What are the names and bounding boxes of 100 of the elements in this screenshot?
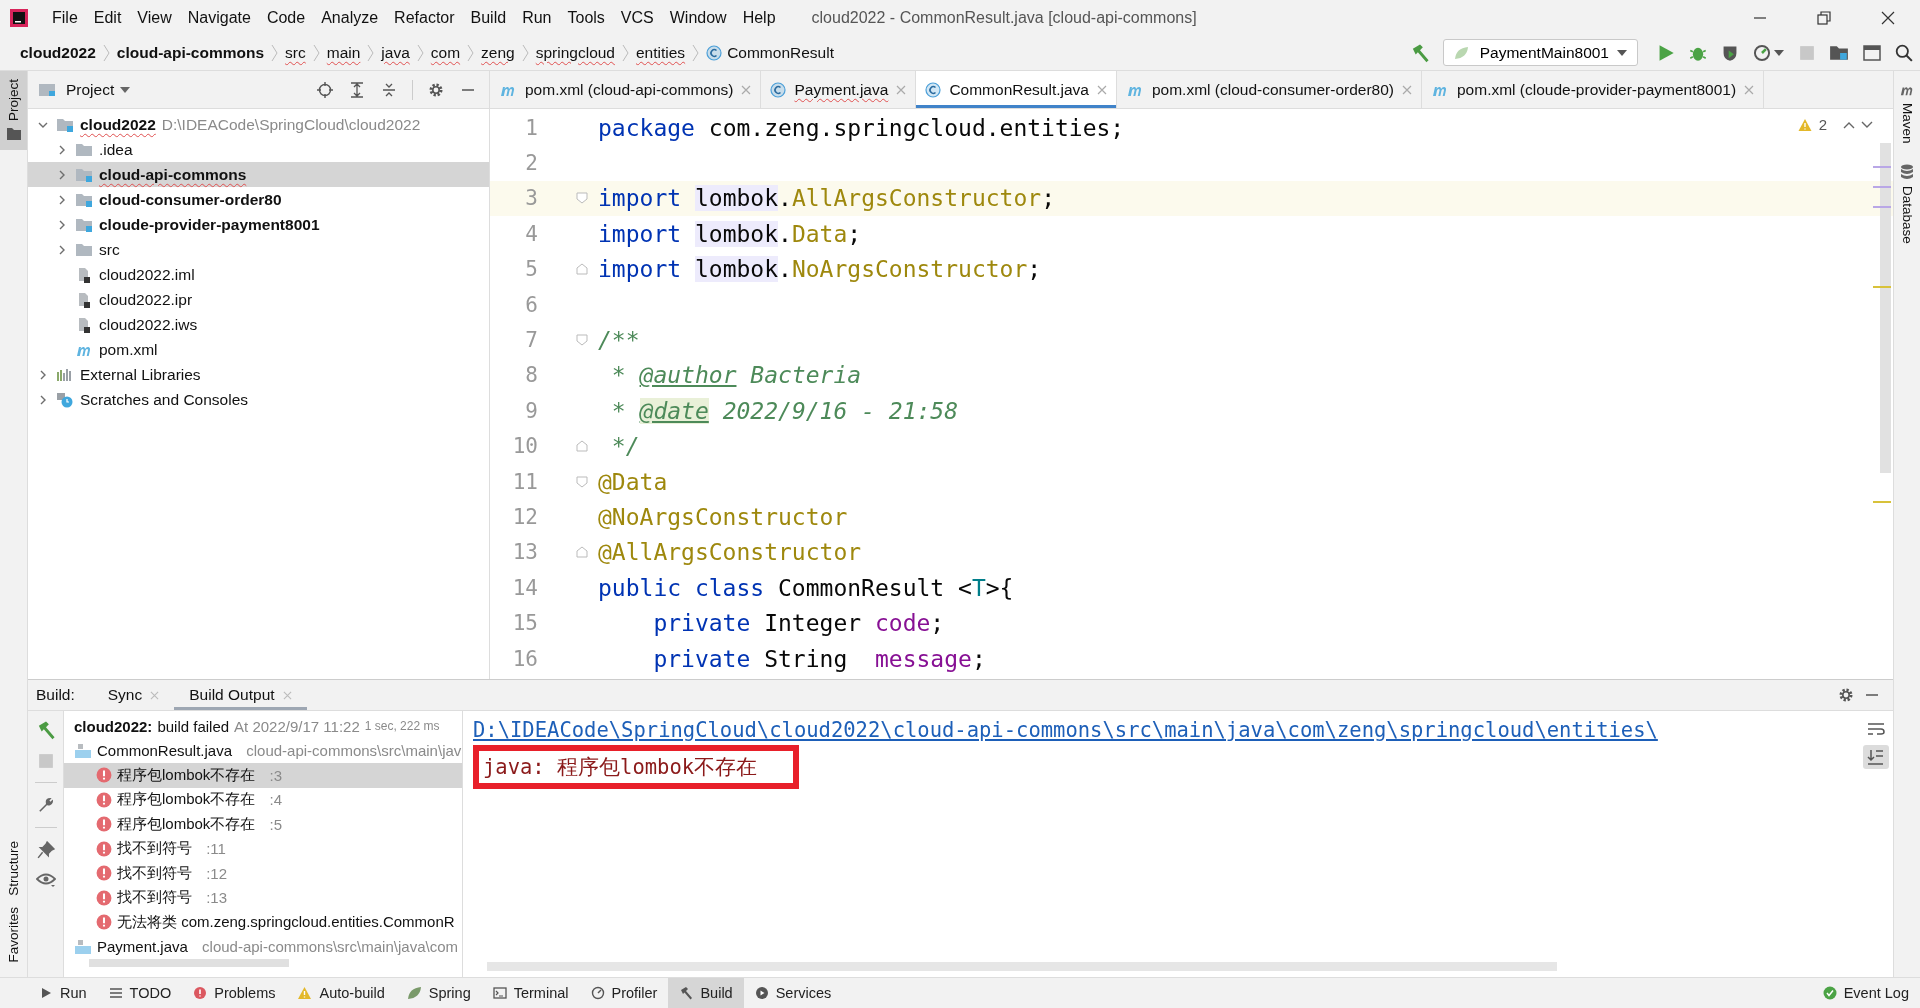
tool-window-button[interactable]: Problems: [182, 978, 287, 1008]
chevron-right-icon[interactable]: [57, 244, 67, 255]
scroll-to-end-icon[interactable]: [1863, 745, 1889, 769]
tree-item[interactable]: 程序包lombok不存在 :3: [64, 763, 462, 788]
tree-item[interactable]: cloud2022.iws: [28, 312, 489, 337]
tool-window-button[interactable]: Run: [28, 978, 98, 1008]
expand-all-icon[interactable]: [349, 81, 365, 98]
chevron-right-icon[interactable]: [38, 369, 48, 380]
tool-window-button[interactable]: Profiler: [579, 978, 669, 1008]
breadcrumb[interactable]: com: [424, 43, 467, 62]
menu-item[interactable]: Window: [661, 8, 735, 27]
menu-item[interactable]: Refactor: [386, 8, 463, 27]
tool-window-button[interactable]: Spring: [395, 978, 482, 1008]
menu-item[interactable]: View: [129, 8, 180, 27]
caret-icon[interactable]: [1774, 48, 1784, 57]
eye-icon[interactable]: [35, 872, 56, 888]
menu-item[interactable]: Analyze: [313, 8, 387, 27]
tree-item[interactable]: cloud2022.iml: [28, 262, 489, 287]
tree-item[interactable]: 找不到符号 :12: [64, 861, 462, 886]
chevron-right-icon[interactable]: [38, 394, 48, 405]
tree-item[interactable]: pom.xml: [28, 337, 489, 362]
settings-icon[interactable]: [1838, 687, 1854, 703]
tree-item[interactable]: 程序包lombok不存在 :4: [64, 787, 462, 813]
tool-window-button[interactable]: TODO: [97, 978, 183, 1008]
tool-tab[interactable]: Build Output: [174, 680, 307, 710]
chevron-right-icon[interactable]: [57, 144, 67, 155]
tree-item[interactable]: cloud-api-commons: [28, 162, 489, 187]
tree-item[interactable]: cloud-consumer-order80: [28, 187, 489, 212]
chevron-right-icon[interactable]: [57, 219, 67, 230]
folder-grid-icon[interactable]: [1829, 43, 1849, 62]
menu-item[interactable]: File: [44, 8, 86, 27]
chevron-down-icon[interactable]: [1861, 119, 1873, 130]
soft-wrap-icon[interactable]: [1867, 721, 1885, 737]
tool-window-button[interactable]: Auto-build: [286, 978, 396, 1008]
tool-window-tab[interactable]: Database: [1899, 185, 1915, 244]
tool-window-tab[interactable]: Structure: [6, 834, 21, 902]
scrollbar[interactable]: [487, 962, 1557, 971]
panel-title[interactable]: Project: [66, 80, 115, 99]
search-icon[interactable]: [1895, 43, 1913, 62]
breadcrumb[interactable]: springcloud: [529, 43, 621, 62]
editor-tab[interactable]: pom.xml (cloude-provider-payment8001): [1422, 71, 1765, 108]
chevron-right-icon[interactable]: [57, 194, 67, 205]
tree-item[interactable]: Payment.java cloud-api-commons\src\main\java\com: [64, 934, 462, 960]
fold-marker-icon[interactable]: [576, 440, 588, 453]
menu-item[interactable]: Run: [514, 8, 560, 27]
tool-tab[interactable]: Sync: [92, 680, 175, 710]
chevron-right-icon[interactable]: [57, 169, 67, 180]
run-icon[interactable]: [1657, 43, 1675, 62]
menu-item[interactable]: Edit: [85, 8, 130, 27]
fold-marker-icon[interactable]: [576, 192, 588, 205]
fold-marker-icon[interactable]: [576, 475, 588, 488]
tool-window-tab[interactable]: Favorites: [6, 901, 21, 969]
caret-icon[interactable]: [120, 85, 131, 94]
gauge-icon[interactable]: [1753, 43, 1771, 62]
build-summary[interactable]: cloud2022: build failed At 2022/9/17 11:22 1 sec, 222 ms: [64, 714, 462, 739]
tool-window-tab[interactable]: Maven: [1899, 103, 1915, 144]
menu-item[interactable]: VCS: [612, 8, 662, 27]
tree-item[interactable]: cloude-provider-payment8001: [28, 212, 489, 237]
fold-marker-icon[interactable]: [576, 546, 588, 559]
run-configuration-dropdown[interactable]: PaymentMain8001: [1442, 39, 1638, 66]
event-log-button[interactable]: Event Log: [1811, 978, 1920, 1008]
menu-item[interactable]: Code: [258, 8, 314, 27]
pin-icon[interactable]: [36, 841, 55, 859]
menu-item[interactable]: Navigate: [179, 8, 259, 27]
menu-item[interactable]: Build: [462, 8, 515, 27]
tree-item[interactable]: src: [28, 237, 489, 262]
breadcrumb[interactable]: main: [320, 43, 367, 62]
tree-item[interactable]: 无法将类 com.zeng.springcloud.entities.CommonR: [64, 910, 462, 935]
menu-item[interactable]: Tools: [559, 8, 613, 27]
tree-item[interactable]: 找不到符号 :13: [64, 885, 462, 911]
folder-icon[interactable]: [6, 127, 21, 141]
tree-item[interactable]: Scratches and Consoles: [28, 387, 489, 412]
tree-item[interactable]: 找不到符号 :11: [64, 836, 462, 862]
warning-count[interactable]: 2: [1818, 116, 1827, 133]
breadcrumb[interactable]: zeng: [475, 43, 521, 62]
menu-item[interactable]: Help: [734, 8, 784, 27]
tree-item[interactable]: CommonResult.java cloud-api-commons\src\main\jav: [64, 738, 462, 764]
tree-item[interactable]: 程序包lombok不存在 :5: [64, 812, 462, 837]
settings-icon[interactable]: [428, 81, 444, 98]
tool-window-button[interactable]: Services: [743, 978, 843, 1008]
file-path-link[interactable]: D:\IDEACode\SpringCloud\cloud2022\cloud-api-commons\src\main\java\com\zeng\springcloud\entities\: [473, 718, 1859, 742]
breadcrumb[interactable]: java: [375, 43, 416, 62]
editor-tab[interactable]: pom.xml (cloud-api-commons): [490, 71, 762, 108]
tree-item[interactable]: cloud2022 D:\IDEACode\SpringCloud\cloud2022: [28, 112, 489, 137]
fold-marker-icon[interactable]: [576, 334, 588, 347]
tool-window-button[interactable]: Build: [668, 978, 744, 1008]
close-icon[interactable]: [1881, 10, 1895, 25]
tree-item[interactable]: cloud2022.ipr: [28, 287, 489, 312]
breadcrumb[interactable]: CommonResult: [700, 43, 840, 62]
scrollbar[interactable]: [1880, 143, 1891, 473]
database-icon[interactable]: [1900, 163, 1914, 180]
wrench-icon[interactable]: [36, 796, 55, 814]
scrollbar[interactable]: [89, 959, 289, 967]
editor-tab[interactable]: CommonResult.java: [916, 71, 1117, 108]
editor-tab[interactable]: pom.xml (cloud-consumer-order80): [1116, 71, 1422, 108]
tree-item[interactable]: External Libraries: [28, 362, 489, 387]
tool-window-button[interactable]: Terminal: [481, 978, 580, 1008]
window-icon[interactable]: [1863, 44, 1881, 61]
restore-icon[interactable]: [1817, 10, 1831, 25]
breadcrumb[interactable]: entities: [630, 43, 692, 62]
